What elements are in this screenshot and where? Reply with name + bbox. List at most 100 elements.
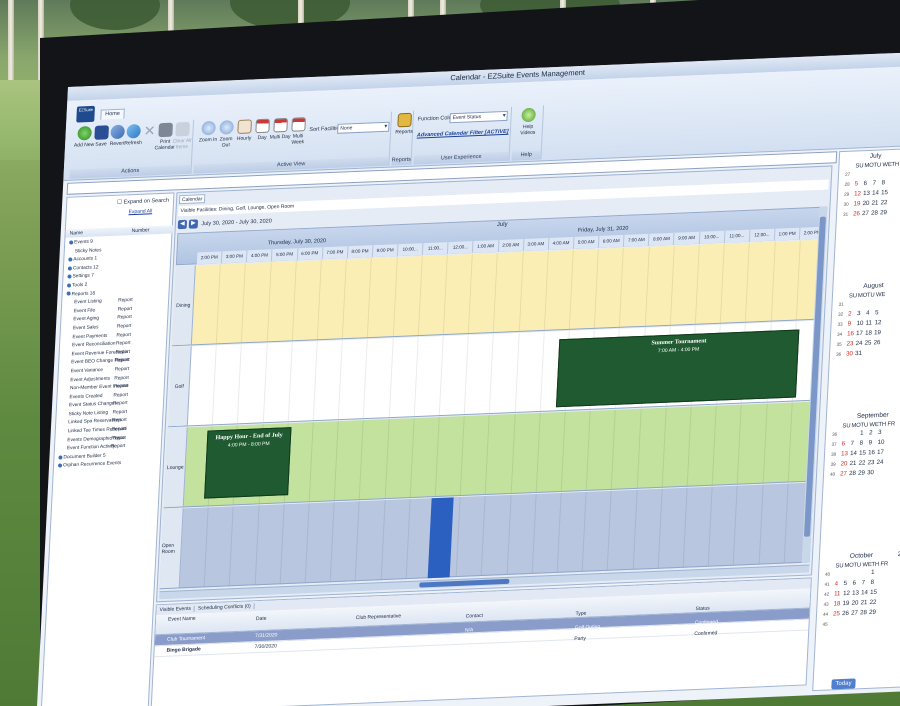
- day-cell[interactable]: 17: [877, 448, 887, 458]
- week-number: 38: [830, 451, 837, 457]
- week-number: 28: [844, 181, 850, 187]
- day-cell[interactable]: [891, 168, 900, 178]
- ribbon-group-user-experience: Function Color: Event Status Advanced Ca…: [413, 106, 513, 165]
- advanced-calendar-filter-link[interactable]: Advanced Calendar Filter [ACTIVE]: [417, 129, 509, 139]
- tree-item-text: Contacts 12: [72, 265, 99, 272]
- week-number: 27: [844, 171, 851, 177]
- tree-item-text: Event Status Changes: [68, 401, 117, 409]
- mini-calendar: July SU MO TU WE TH 27 28 5 6 7 8 29 12 13 14 15 30 19 20 21…: [843, 149, 900, 220]
- week-number: 36: [831, 431, 838, 437]
- day-cell[interactable]: 15: [870, 588, 880, 598]
- reports-button[interactable]: Reports: [393, 112, 416, 136]
- folder-icon: [66, 283, 72, 288]
- week-number: 37: [831, 441, 837, 447]
- day-cell[interactable]: 29: [869, 608, 879, 618]
- day-cell[interactable]: 22: [869, 598, 879, 608]
- mini-calendar-month: September: [856, 411, 889, 420]
- tab-home[interactable]: Home: [100, 108, 125, 120]
- ribbon-group-title: Reports: [391, 155, 412, 166]
- time-slot-label: 3:00 AM: [523, 237, 550, 251]
- day-cell[interactable]: [882, 348, 892, 358]
- week-number: 36: [835, 351, 842, 357]
- prev-button[interactable]: ◀: [177, 219, 188, 230]
- tab-visible-events[interactable]: Visible Events: [156, 605, 196, 614]
- time-slot-label: 12:00...: [749, 228, 776, 242]
- folder-icon: [57, 463, 63, 468]
- header-club-rep[interactable]: Club Representative: [356, 613, 402, 621]
- tree-item-text: Accounts 1: [73, 256, 98, 263]
- day-cell[interactable]: 8: [870, 578, 880, 588]
- header-event-name[interactable]: Event Name: [168, 616, 196, 623]
- time-slot-label: 4:00 PM: [247, 249, 273, 263]
- week-number: 40: [824, 571, 831, 577]
- function-color-select[interactable]: Event Status: [449, 110, 508, 124]
- day-cell[interactable]: [884, 308, 894, 318]
- day-cell[interactable]: [884, 298, 894, 308]
- week-number: 42: [823, 591, 830, 597]
- event-time: 4:00 PM - 8:00 PM: [227, 440, 270, 449]
- tree-item-text: Event Sales: [72, 325, 99, 332]
- folder-icon: [68, 257, 73, 262]
- expand-on-search-checkbox[interactable]: ☐ Expand on Search: [117, 198, 169, 206]
- time-slot-label: 10:00...: [699, 230, 726, 244]
- ribbon-group-reports: Reports Reports: [391, 110, 416, 166]
- week-number: 31: [842, 211, 849, 217]
- week-number: 35: [836, 341, 842, 347]
- column-name[interactable]: Name: [69, 229, 84, 238]
- tree-item-text: Reports 18: [71, 291, 96, 297]
- multi-day-icon: [273, 117, 288, 133]
- week-number: 45: [822, 621, 828, 627]
- multi-week-button[interactable]: Multi Week: [287, 117, 310, 146]
- folder-icon: [58, 455, 63, 460]
- cell-status: Confirmed: [694, 630, 718, 638]
- time-slot-label: 7:00 AM: [623, 233, 650, 247]
- day-cell[interactable]: [889, 208, 899, 218]
- help-videos-button[interactable]: Help Videos: [517, 107, 540, 137]
- mini-calendar-header: July: [846, 149, 900, 164]
- clipboard-icon: [397, 112, 412, 128]
- expand-all-link[interactable]: Expand All: [128, 208, 152, 215]
- mini-calendar-month: July: [869, 152, 882, 160]
- header-date[interactable]: Date: [256, 616, 267, 622]
- day-cell[interactable]: 3: [878, 428, 888, 438]
- tree-item-text: Event Listing: [74, 299, 102, 306]
- next-button[interactable]: ▶: [188, 219, 199, 229]
- day-cell[interactable]: [890, 188, 900, 198]
- day-cell[interactable]: [868, 618, 878, 628]
- tab-calendar[interactable]: Calendar: [178, 194, 206, 205]
- day-cell[interactable]: [882, 338, 892, 348]
- event-summer-tournament[interactable]: Summer Tournament 7:00 AM - 4:00 PM: [555, 329, 800, 408]
- header-type[interactable]: Type: [575, 611, 586, 617]
- week-number: 40: [829, 471, 836, 477]
- tree-item-text: Event File: [73, 308, 96, 315]
- column-number[interactable]: Number: [131, 226, 150, 235]
- zoom-out-icon: [219, 120, 234, 135]
- sort-facilities-select[interactable]: None: [337, 121, 390, 134]
- time-slot-label: 11:00...: [422, 242, 449, 256]
- mini-calendar-month: August: [863, 282, 884, 290]
- tree-item-text: Document Builder 5: [63, 453, 106, 461]
- ribbon-group-help: Help Videos Help: [511, 105, 545, 161]
- time-slot-label: 9:00 AM: [674, 231, 700, 245]
- scroll-thumb[interactable]: [419, 578, 510, 588]
- header-contact[interactable]: Contact: [466, 613, 484, 620]
- day-calendar-icon: [255, 118, 270, 134]
- header-status[interactable]: Status: [695, 606, 709, 613]
- day-cell[interactable]: 24: [876, 458, 886, 468]
- today-button[interactable]: Today: [831, 678, 856, 690]
- day-cell[interactable]: [883, 318, 893, 328]
- tab-scheduling-conflicts[interactable]: Scheduling Conflicts (0): [194, 603, 255, 612]
- tree-item-text: Settings 7: [72, 273, 94, 280]
- clear-all-items-button[interactable]: Clear All Items: [171, 121, 194, 151]
- day-cell[interactable]: [876, 468, 886, 478]
- tree-item-text: Sticky Notes: [74, 247, 102, 254]
- time-slot-label: 2:00 PM: [196, 251, 223, 265]
- day-cell[interactable]: 1: [871, 568, 881, 578]
- day-cell[interactable]: [890, 178, 900, 188]
- selected-time-slot[interactable]: [427, 497, 454, 579]
- day-cell[interactable]: [883, 328, 893, 338]
- ribbon-group-title: Help: [511, 150, 541, 161]
- day-cell[interactable]: 10: [877, 438, 887, 448]
- day-cell[interactable]: [889, 198, 899, 208]
- event-happy-hour[interactable]: Happy Hour - End of July 4:00 PM - 8:00 …: [204, 427, 292, 499]
